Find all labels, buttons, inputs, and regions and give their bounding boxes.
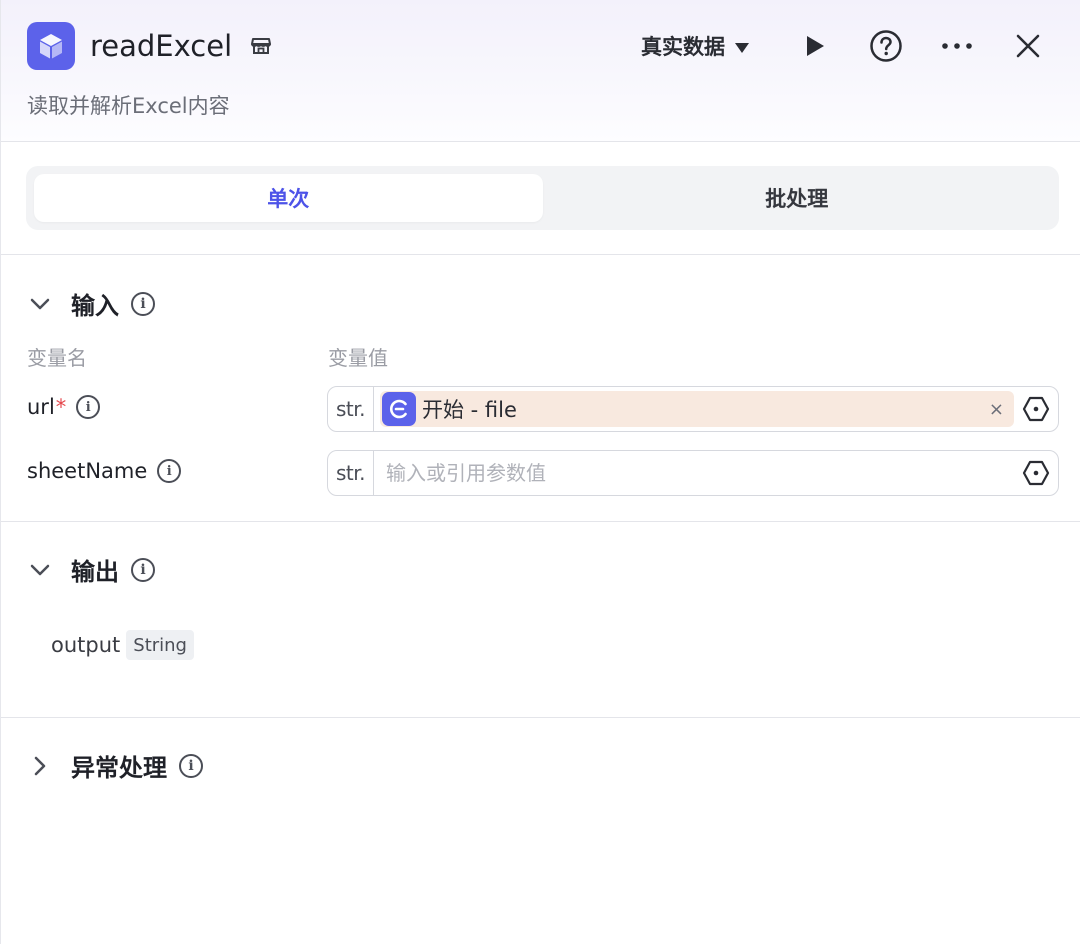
- start-node-icon: [382, 392, 416, 426]
- error-handling-header[interactable]: 异常处理 i: [29, 748, 203, 783]
- input-section-title: 输入: [71, 292, 119, 320]
- required-mark: *: [55, 395, 67, 419]
- reference-text: 开始 - file: [422, 398, 517, 422]
- output-type-badge: String: [126, 630, 194, 660]
- param-url-label: url * i: [27, 395, 101, 419]
- error-handling-title: 异常处理: [71, 754, 167, 782]
- info-icon[interactable]: i: [179, 753, 203, 778]
- output-section-title: 输出: [71, 558, 119, 586]
- mode-tabs: 单次 批处理: [26, 166, 1059, 230]
- column-header-name: 变量名: [27, 346, 87, 370]
- chevron-down-icon: [29, 559, 51, 581]
- sheetname-input[interactable]: [374, 461, 1014, 485]
- close-button[interactable]: [1010, 28, 1046, 64]
- error-handling-section: 异常处理 i: [1, 718, 1080, 944]
- run-button[interactable]: [797, 28, 833, 64]
- caret-down-icon: [735, 42, 749, 53]
- tab-batch[interactable]: 批处理: [543, 174, 1052, 222]
- param-sheetname-label: sheetName i: [27, 459, 182, 483]
- output-item: output String: [51, 630, 194, 660]
- type-label[interactable]: str.: [328, 451, 374, 495]
- output-name: output: [51, 633, 121, 657]
- store-icon[interactable]: [250, 35, 272, 57]
- output-section-header[interactable]: 输出 i: [29, 552, 155, 587]
- type-label[interactable]: str.: [328, 387, 374, 431]
- play-icon: [807, 36, 824, 56]
- panel-header: readExcel 真实数据 读取并解析Excel内容: [1, 0, 1080, 142]
- param-name: sheetName: [27, 459, 148, 483]
- info-icon[interactable]: i: [157, 459, 182, 483]
- header-actions: 真实数据: [641, 24, 1046, 68]
- param-name: url: [27, 395, 55, 419]
- more-icon: [942, 43, 972, 49]
- chevron-right-icon: [29, 755, 51, 777]
- column-header-value: 变量值: [328, 346, 388, 370]
- data-mode-select[interactable]: 真实数据: [641, 31, 749, 61]
- sheetname-value-field[interactable]: str.: [327, 450, 1059, 496]
- tab-single[interactable]: 单次: [34, 174, 543, 222]
- help-button[interactable]: [868, 28, 904, 64]
- variable-picker-icon: [1022, 396, 1050, 422]
- node-title: readExcel: [90, 29, 233, 63]
- data-mode-label: 真实数据: [641, 35, 725, 59]
- info-icon[interactable]: i: [76, 395, 101, 419]
- output-section: 输出 i output String: [1, 522, 1080, 718]
- more-button[interactable]: [939, 28, 975, 64]
- input-section: 输入 i 变量名 变量值 url * i str. 开始 - file × sh…: [1, 256, 1080, 522]
- chevron-down-icon: [29, 293, 51, 315]
- cube-icon: [27, 22, 75, 70]
- input-section-header[interactable]: 输入 i: [29, 286, 155, 321]
- variable-picker-button[interactable]: [1014, 451, 1058, 495]
- url-value-field[interactable]: str. 开始 - file ×: [327, 386, 1059, 432]
- clear-reference-button[interactable]: ×: [989, 399, 1004, 420]
- variable-picker-button[interactable]: [1014, 387, 1058, 431]
- info-icon[interactable]: i: [131, 291, 155, 316]
- help-icon: [870, 30, 902, 62]
- node-description: 读取并解析Excel内容: [27, 94, 230, 118]
- reference-chip[interactable]: 开始 - file ×: [380, 391, 1014, 427]
- mode-tabs-section: 单次 批处理: [1, 142, 1080, 255]
- info-icon[interactable]: i: [131, 557, 155, 582]
- close-icon: [1016, 34, 1040, 58]
- node-config-panel: readExcel 真实数据 读取并解析Excel内容 单次 批处理 输入 i …: [0, 0, 1080, 944]
- variable-picker-icon: [1022, 460, 1050, 486]
